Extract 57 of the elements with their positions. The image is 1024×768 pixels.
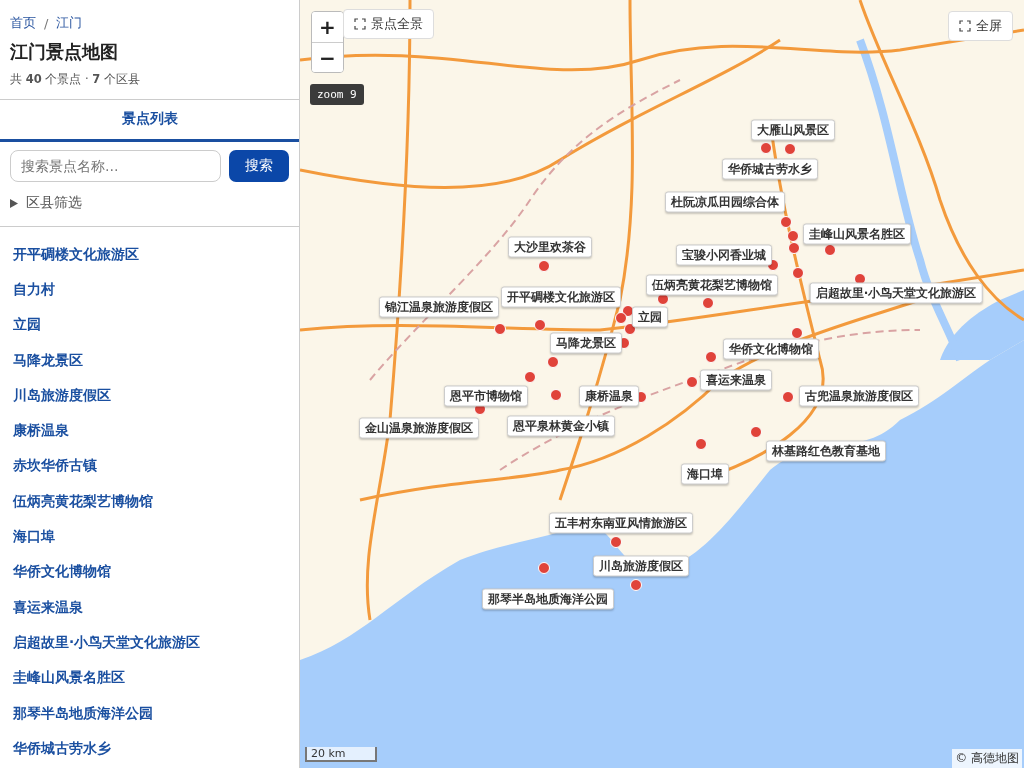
breadcrumb-link[interactable]: 江门 xyxy=(56,14,83,32)
marker-label[interactable]: 伍炳亮黄花梨艺博物馆 xyxy=(646,274,778,296)
district-filter-toggle[interactable]: 区县筛选 xyxy=(10,194,82,212)
marker-label[interactable]: 大雁山风景区 xyxy=(751,119,835,141)
marker-label[interactable]: 那琴半岛地质海洋公园 xyxy=(482,588,614,610)
spot-link[interactable]: 康桥温泉 xyxy=(13,422,69,441)
zoom-out-button[interactable]: − xyxy=(312,42,343,72)
spot-link[interactable]: 伍炳亮黄花梨艺博物馆 xyxy=(13,492,153,511)
breadcrumb-separator: / xyxy=(44,15,49,31)
overview-button[interactable]: 景点全景 xyxy=(343,9,434,39)
marker-label[interactable]: 马降龙景区 xyxy=(550,332,622,354)
map-marker[interactable] xyxy=(824,244,836,256)
expand-icon xyxy=(354,18,366,30)
spot-link[interactable]: 圭峰山风景名胜区 xyxy=(13,669,125,688)
fullscreen-icon xyxy=(959,20,971,32)
spot-link[interactable]: 赤坎华侨古镇 xyxy=(13,457,97,476)
page-title: 江门景点地图 xyxy=(10,40,119,64)
spot-link[interactable]: 海口埠 xyxy=(13,528,55,546)
marker-label[interactable]: 恩平泉林黄金小镇 xyxy=(507,415,615,437)
marker-label[interactable]: 启超故里·小鸟天堂文化旅游区 xyxy=(809,282,983,304)
marker-label[interactable]: 宝骏小冈香业城 xyxy=(676,244,772,266)
spot-link[interactable]: 喜运来温泉 xyxy=(13,598,83,617)
marker-label[interactable]: 圭峰山风景名胜区 xyxy=(803,223,911,245)
marker-label[interactable]: 华侨文化博物馆 xyxy=(723,338,819,360)
marker-label[interactable]: 开平碉楼文化旅游区 xyxy=(501,286,621,308)
triangle-icon xyxy=(10,198,18,208)
marker-label[interactable]: 恩平市博物馆 xyxy=(444,385,528,407)
fullscreen-button[interactable]: 全屏 xyxy=(948,11,1013,41)
marker-label[interactable]: 立园 xyxy=(632,306,668,328)
marker-label[interactable]: 川岛旅游度假区 xyxy=(593,555,689,577)
marker-label[interactable]: 海口埠 xyxy=(681,463,729,485)
marker-label[interactable]: 杜阮凉瓜田园综合体 xyxy=(665,191,785,213)
marker-label[interactable]: 华侨城古劳水乡 xyxy=(722,158,818,180)
marker-label[interactable]: 五丰村东南亚风情旅游区 xyxy=(549,512,693,534)
spot-link[interactable]: 川岛旅游度假区 xyxy=(13,386,111,405)
marker-label[interactable]: 喜运来温泉 xyxy=(700,369,772,391)
marker-label[interactable]: 大沙里欢茶谷 xyxy=(508,236,592,258)
marker-label[interactable]: 古兜温泉旅游度假区 xyxy=(799,385,919,407)
spot-link[interactable]: 华侨城古劳水乡 xyxy=(13,739,111,758)
marker-label[interactable]: 金山温泉旅游度假区 xyxy=(359,417,479,439)
search-button[interactable]: 搜索 xyxy=(229,150,289,182)
spot-link[interactable]: 启超故里·小鸟天堂文化旅游区 xyxy=(13,633,201,652)
spot-link[interactable]: 自力村 xyxy=(13,280,55,299)
zoom-level-badge: zoom 9 xyxy=(310,84,364,105)
spot-link[interactable]: 开平碉楼文化旅游区 xyxy=(13,245,139,264)
scale-bar: 20 km xyxy=(305,747,377,762)
spot-link[interactable]: 那琴半岛地质海洋公园 xyxy=(13,704,153,723)
marker-label[interactable]: 康桥温泉 xyxy=(579,385,639,407)
marker-label[interactable]: 锦江温泉旅游度假区 xyxy=(379,296,499,318)
spot-link[interactable]: 立园 xyxy=(13,316,41,335)
summary-text: 共 40 个景点 · 7 个区县 xyxy=(10,72,141,87)
search-field[interactable]: 搜索景点名称… xyxy=(10,150,221,182)
spot-link[interactable]: 华侨文化博物馆 xyxy=(13,563,111,582)
spot-link[interactable]: 马降龙景区 xyxy=(13,351,83,370)
attribution-text: © 高德地图 xyxy=(952,749,1022,768)
marker-label[interactable]: 林基路红色教育基地 xyxy=(766,440,886,462)
breadcrumb-link[interactable]: 首页 xyxy=(10,14,36,32)
